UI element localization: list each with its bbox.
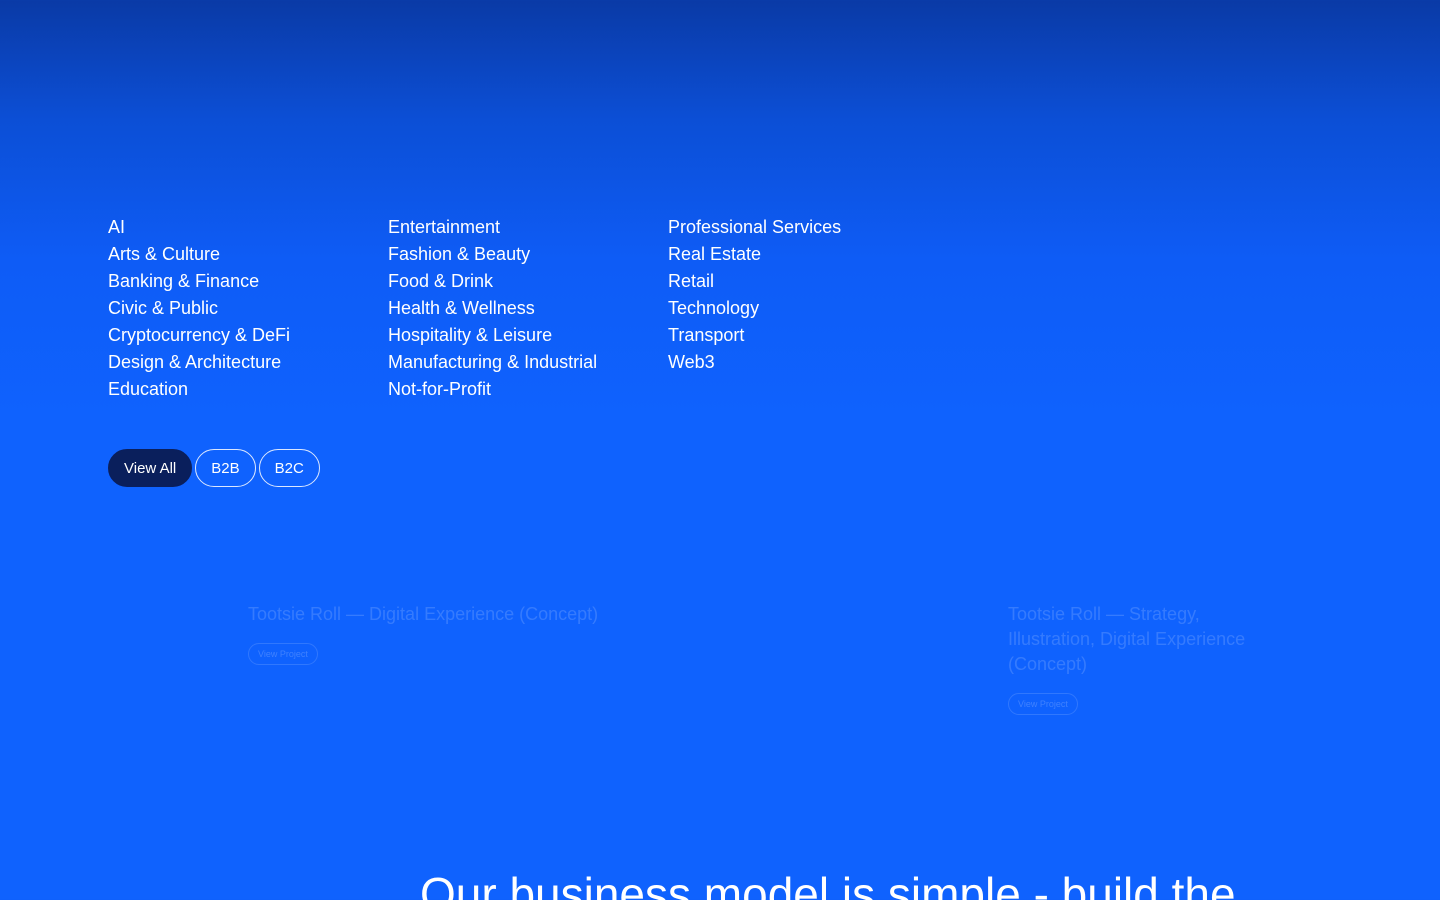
project-title: Tootsie Roll — Strategy, Illustration, D… — [1008, 604, 1246, 674]
industry-item-transport[interactable]: Transport — [668, 322, 948, 349]
industry-item-education[interactable]: Education — [108, 376, 388, 403]
industry-item-cryptocurrency-defi[interactable]: Cryptocurrency & DeFi — [108, 322, 388, 349]
business-type-filters: View All B2B B2C — [108, 449, 320, 487]
industry-item-manufacturing-industrial[interactable]: Manufacturing & Industrial — [388, 349, 668, 376]
industry-column-1: AI Arts & Culture Banking & Finance Civi… — [108, 214, 388, 403]
industry-item-ai[interactable]: AI — [108, 214, 388, 241]
filter-view-all-button[interactable]: View All — [108, 449, 193, 487]
industry-item-web3[interactable]: Web3 — [668, 349, 948, 376]
industry-item-health-wellness[interactable]: Health & Wellness — [388, 295, 668, 322]
project-title: Tootsie Roll — Digital Experience (Conce… — [248, 604, 599, 624]
industry-item-civic-public[interactable]: Civic & Public — [108, 295, 388, 322]
industry-item-food-drink[interactable]: Food & Drink — [388, 268, 668, 295]
filter-b2c-button[interactable]: B2C — [258, 449, 320, 487]
project-card[interactable]: Tootsie Roll — Strategy, Illustration, D… — [1008, 602, 1278, 715]
industry-item-real-estate[interactable]: Real Estate — [668, 241, 948, 268]
project-card[interactable]: Tootsie Roll — Digital Experience (Conce… — [248, 602, 668, 665]
industry-item-hospitality-leisure[interactable]: Hospitality & Leisure — [388, 322, 668, 349]
industry-item-banking-finance[interactable]: Banking & Finance — [108, 268, 388, 295]
industry-item-not-for-profit[interactable]: Not-for-Profit — [388, 376, 668, 403]
view-project-button[interactable]: View Project — [1008, 693, 1078, 715]
industry-item-technology[interactable]: Technology — [668, 295, 948, 322]
industry-item-arts-culture[interactable]: Arts & Culture — [108, 241, 388, 268]
industry-column-2: Entertainment Fashion & Beauty Food & Dr… — [388, 214, 668, 403]
industry-item-retail[interactable]: Retail — [668, 268, 948, 295]
industry-item-entertainment[interactable]: Entertainment — [388, 214, 668, 241]
filter-b2b-button[interactable]: B2B — [195, 449, 256, 487]
industry-item-professional-services[interactable]: Professional Services — [668, 214, 948, 241]
industry-column-3: Professional Services Real Estate Retail… — [668, 214, 948, 403]
industry-filter-list: AI Arts & Culture Banking & Finance Civi… — [108, 214, 948, 403]
view-project-button[interactable]: View Project — [248, 643, 318, 665]
industry-item-fashion-beauty[interactable]: Fashion & Beauty — [388, 241, 668, 268]
business-model-heading: Our business model is simple - build the — [420, 868, 1236, 900]
industry-item-design-architecture[interactable]: Design & Architecture — [108, 349, 388, 376]
